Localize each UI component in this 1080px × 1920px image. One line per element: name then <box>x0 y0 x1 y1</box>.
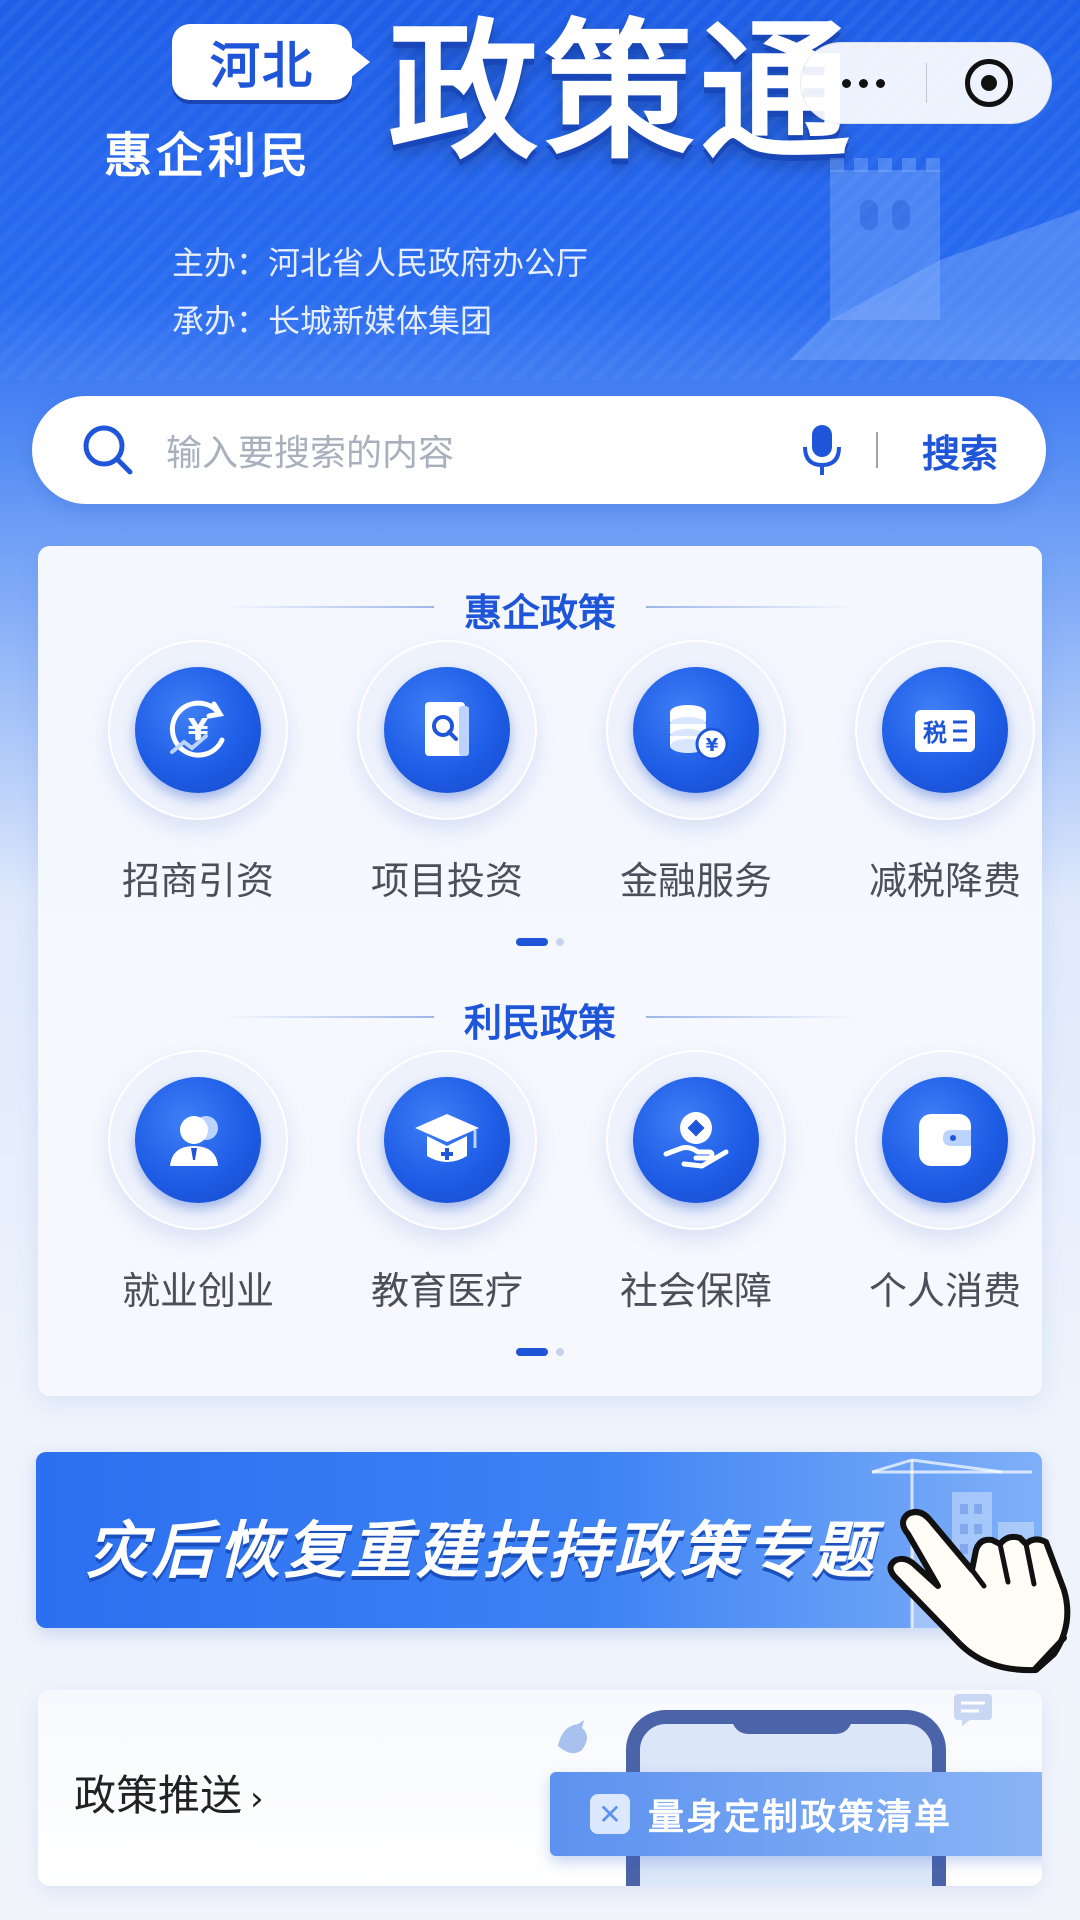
region-badge: 河北 <box>172 24 370 100</box>
bird-icon <box>558 1720 587 1754</box>
page-dot-active <box>516 938 548 946</box>
user-icon <box>170 1116 218 1166</box>
close-target-icon[interactable] <box>926 42 1051 124</box>
chevron-right-icon: › <box>250 1779 264 1819</box>
document-search-icon <box>425 702 469 756</box>
people-page-indicator <box>38 1348 1042 1356</box>
wallet-icon <box>919 1114 971 1166</box>
policy-item-label: 金融服务 <box>619 859 772 903</box>
policy-item-tax-reduction[interactable]: 税 减税降费 <box>835 640 1055 905</box>
tagline: 惠企利民 <box>104 128 313 184</box>
cross-icon: ✕ <box>590 1794 630 1834</box>
search-button[interactable]: 搜索 <box>922 423 998 478</box>
hand-protect-icon <box>663 1112 729 1169</box>
enterprise-section-title: 惠企政策 <box>463 591 616 635</box>
policy-item-financial-services[interactable]: ¥ 金融服务 <box>586 640 806 905</box>
coins-icon: ¥ <box>670 705 729 761</box>
people-section-header: 利民政策 <box>38 992 1042 1047</box>
page-dot <box>556 938 564 946</box>
enterprise-policy-row: ¥ 招商引资 项目投资 ¥ 金融服务 税 减税降费 <box>38 640 1042 903</box>
svg-text:税: 税 <box>923 719 947 747</box>
more-dots-icon[interactable] <box>801 42 926 124</box>
policy-item-social-security[interactable]: 社会保障 <box>586 1050 806 1315</box>
pointing-hand-icon <box>887 1509 1071 1674</box>
enterprise-page-indicator <box>38 938 1042 946</box>
policy-item-label: 个人消费 <box>868 1269 1021 1313</box>
search-input[interactable]: 输入要搜索的内容 <box>166 424 800 476</box>
policy-card: 惠企政策 ¥ 招商引资 项目投资 ¥ 金融服务 税 减税降费 利民政策 就业创业… <box>38 546 1042 1396</box>
message-icon <box>954 1694 992 1726</box>
search-icon <box>83 425 133 475</box>
page-dot <box>556 1348 564 1356</box>
tax-icon: 税 <box>915 710 975 752</box>
policy-push-title: 政策推送 <box>74 1771 243 1820</box>
people-policy-row: 就业创业 教育医疗 社会保障 个人消费 <box>38 1050 1042 1313</box>
page-title: 政策通 <box>388 6 857 180</box>
policy-item-label: 社会保障 <box>619 1269 772 1313</box>
svg-text:¥: ¥ <box>706 735 719 756</box>
policy-item-employment[interactable]: 就业创业 <box>88 1050 308 1315</box>
people-section-title: 利民政策 <box>463 1001 616 1045</box>
banner-text: 灾后恢复重建扶持政策专题 <box>86 1514 879 1587</box>
policy-push-link[interactable]: 政策推送 › <box>74 1762 264 1823</box>
policy-push-card: 政策推送 › ✕ 量身定制政策清单 <box>38 1690 1042 1886</box>
policy-item-education-medical[interactable]: 教育医疗 <box>337 1050 557 1315</box>
graduation-cap-icon <box>415 1114 479 1162</box>
policy-item-label: 教育医疗 <box>370 1269 523 1313</box>
header-banner: 河北 惠企利民 政策通 主办：河北省人民政府办公厅 承办：长城新媒体集团 <box>0 0 1080 380</box>
policy-item-label: 招商引资 <box>121 859 274 903</box>
page-dot-active <box>516 1348 548 1356</box>
great-wall-illustration <box>790 158 1080 360</box>
custom-policy-list-button[interactable]: ✕ 量身定制政策清单 <box>550 1772 1042 1856</box>
policy-item-project-investment[interactable]: 项目投资 <box>337 640 557 905</box>
policy-item-label: 减税降费 <box>868 859 1021 903</box>
microphone-icon[interactable] <box>800 423 844 477</box>
search-bar: 输入要搜索的内容 搜索 <box>32 396 1046 504</box>
enterprise-section-header: 惠企政策 <box>38 582 1042 637</box>
custom-policy-list-label: 量身定制政策清单 <box>648 1797 953 1838</box>
policy-item-personal-consumption[interactable]: 个人消费 <box>835 1050 1055 1315</box>
sponsor-line: 主办：河北省人民政府办公厅 <box>172 244 589 282</box>
policy-item-label: 就业创业 <box>121 1269 274 1313</box>
policy-item-label: 项目投资 <box>370 859 523 903</box>
mini-program-capsule <box>800 42 1052 124</box>
policy-item-investment-attraction[interactable]: ¥ 招商引资 <box>88 640 308 905</box>
yuan-cycle-icon: ¥ <box>169 700 225 758</box>
search-divider <box>875 432 878 468</box>
organizer-line: 承办：长城新媒体集团 <box>172 302 493 340</box>
